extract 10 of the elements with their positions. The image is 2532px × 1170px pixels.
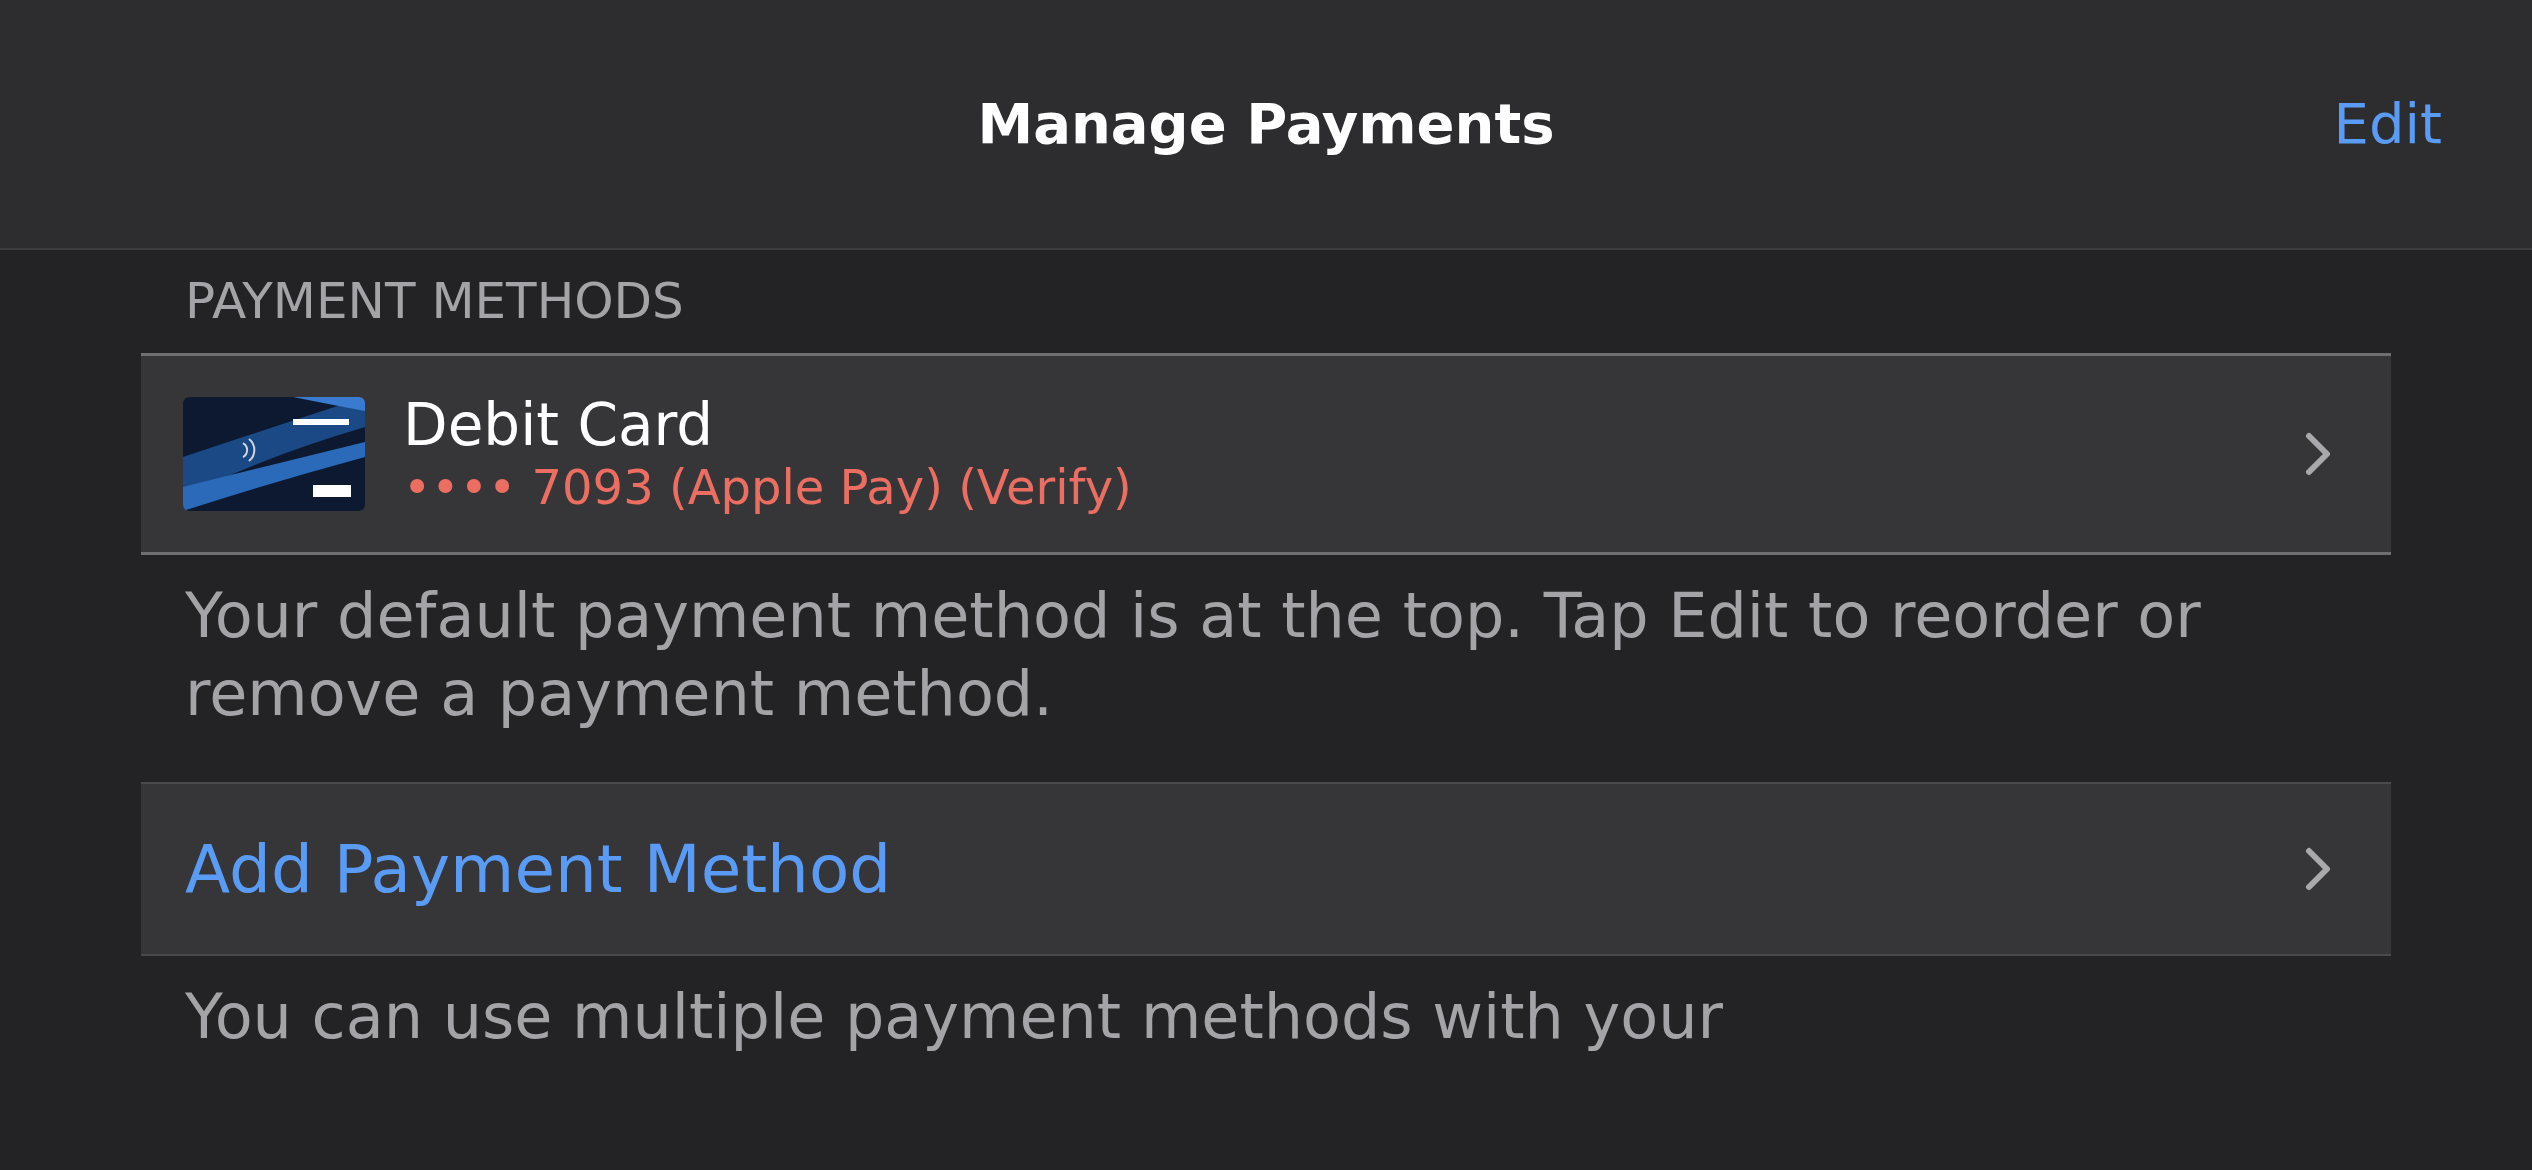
edit-button[interactable]: Edit — [2333, 82, 2442, 166]
chevron-icon — [2305, 432, 2331, 476]
chevron-icon — [2305, 847, 2331, 891]
method-subtitle: •••• 7093 (Apple Pay) (Verify) — [403, 458, 1133, 517]
section-header: PAYMENT METHODS — [185, 271, 685, 332]
page-title: Manage Payments — [977, 90, 1555, 158]
method-title: Debit Card — [403, 391, 715, 459]
add-payment-method-button[interactable]: Add Payment Method — [141, 784, 2391, 954]
footer-text: Your default payment method is at the top. Tap Edit to reorder or remove a payment method. — [185, 578, 2202, 732]
info-text: You can use multiple payment methods with your — [185, 980, 1724, 1055]
